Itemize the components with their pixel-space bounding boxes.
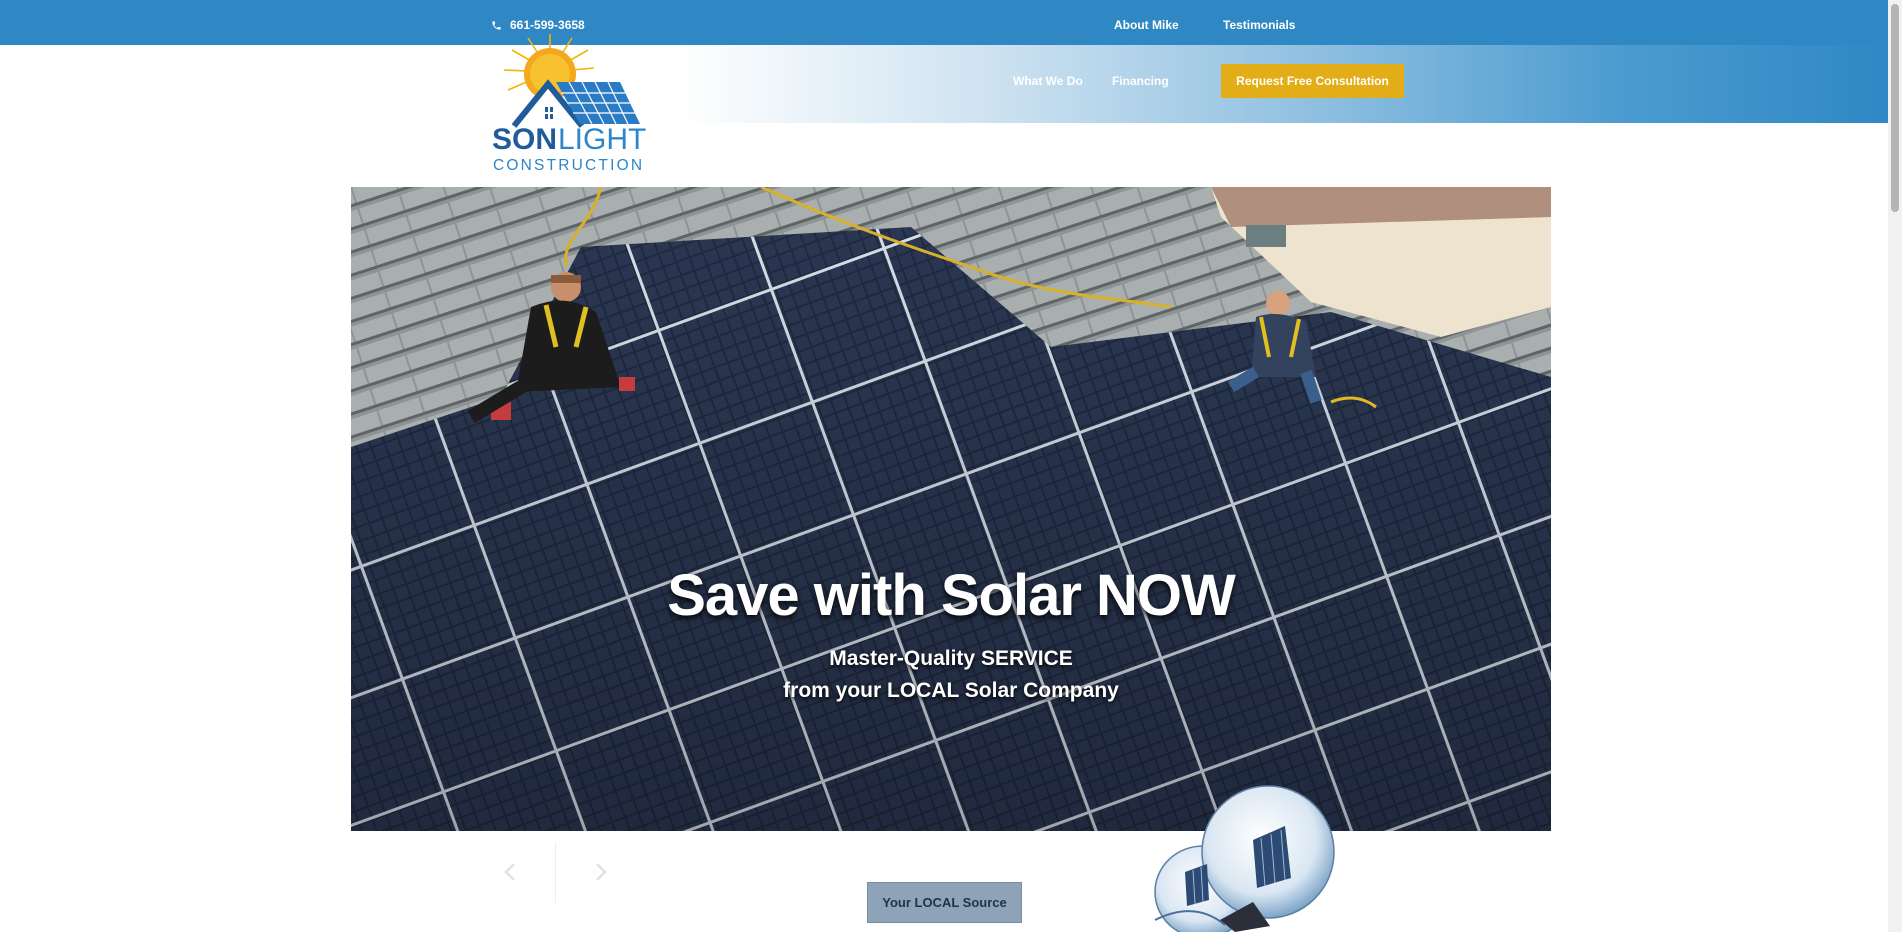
logo-light: LIGHT xyxy=(558,123,646,156)
nav-financing[interactable]: Financing xyxy=(1112,74,1169,88)
nav-what-we-do[interactable]: What We Do xyxy=(1013,74,1083,88)
hero-slider[interactable]: Save with Solar NOW Master-Quality SERVI… xyxy=(351,187,1551,831)
sonlight-logo[interactable]: SON LIGHT CONSTRUCTION xyxy=(490,32,680,177)
page-scrollbar[interactable] xyxy=(1888,0,1902,932)
scrollbar-thumb[interactable] xyxy=(1891,4,1899,212)
main-nav-band xyxy=(0,45,1888,123)
hero-title: Save with Solar NOW xyxy=(667,563,1236,628)
chevron-left-icon xyxy=(504,863,515,881)
top-bar: 661-599-3658 About Mike Testimonials xyxy=(0,0,1888,45)
nav-testimonials[interactable]: Testimonials xyxy=(1223,18,1295,32)
carousel-divider xyxy=(555,843,556,903)
logo-tagline: CONSTRUCTION xyxy=(493,157,644,174)
local-source-button[interactable]: Your LOCAL Source xyxy=(867,882,1022,923)
phone-number: 661-599-3658 xyxy=(510,18,585,32)
phone-icon xyxy=(492,20,501,30)
page: 661-599-3658 About Mike Testimonials Wha… xyxy=(0,0,1902,932)
nav-about-mike[interactable]: About Mike xyxy=(1114,18,1179,32)
solar-lightbulb-icon xyxy=(1154,785,1335,932)
hero-subtitle: Master-Quality SERVICE from your LOCAL S… xyxy=(351,643,1551,707)
hero-subtitle-line2: from your LOCAL Solar Company xyxy=(783,679,1119,702)
logo-son: SON xyxy=(492,123,557,156)
carousel-prev-button[interactable] xyxy=(496,858,524,886)
carousel-next-button[interactable] xyxy=(587,858,615,886)
sun-house-logo-icon: SON LIGHT CONSTRUCTION xyxy=(492,34,646,174)
request-consultation-button[interactable]: Request Free Consultation xyxy=(1221,64,1404,98)
hero-subtitle-line1: Master-Quality SERVICE xyxy=(829,647,1073,670)
hero-caption: Save with Solar NOW Master-Quality SERVI… xyxy=(351,567,1551,707)
phone-link[interactable]: 661-599-3658 xyxy=(491,18,585,32)
hero-photo xyxy=(351,187,1551,831)
chevron-right-icon xyxy=(596,863,607,881)
